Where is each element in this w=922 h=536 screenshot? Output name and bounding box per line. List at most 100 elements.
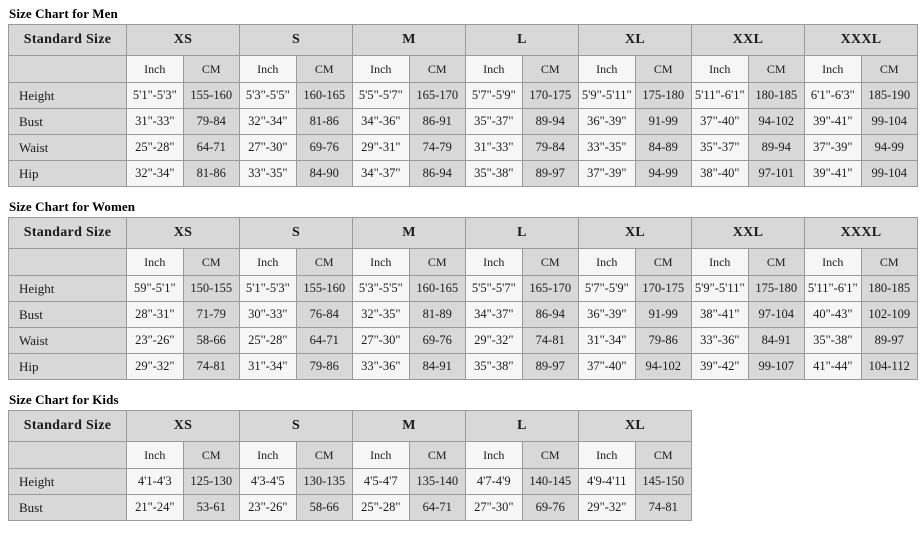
measurement-cell: 37"-40" (578, 353, 636, 380)
measurement-cell: 29"-32" (578, 494, 636, 521)
measurement-cell: 165-170 (408, 82, 466, 109)
unit-header-cell: Inch (239, 248, 297, 276)
unit-header-cell: CM (182, 248, 240, 276)
measurement-cell: 21"-24" (126, 494, 184, 521)
table-row: Bust 21"-24" 53-61 23"-26" 58-66 25"-28" 64-71… (8, 494, 692, 521)
measurement-cell: 36"-39" (578, 108, 636, 135)
measurement-cell: 99-104 (860, 108, 918, 135)
chart-title: Size Chart for Men (9, 6, 118, 21)
measurement-cell: 31"-33" (465, 134, 523, 161)
measurement-cell: 79-84 (521, 134, 579, 161)
measurement-cell: 4'7-4'9 (465, 468, 523, 495)
measurement-cell: 180-185 (747, 82, 805, 109)
size-header-row: Standard Size XS S M L XL XXL XXXL (8, 24, 918, 56)
measurement-cell: 5'7"-5'9" (465, 82, 523, 109)
size-column-header: L (465, 410, 579, 442)
size-column-header: XL (578, 24, 692, 56)
measurement-cell: 35"-37" (691, 134, 749, 161)
measurement-cell: 155-160 (182, 82, 240, 109)
measurement-cell: 74-81 (182, 353, 240, 380)
measurement-cell: 27"-30" (465, 494, 523, 521)
size-header-row: Standard Size XS S M L XL XXL XXXL (8, 217, 918, 249)
unit-header-cell: CM (860, 248, 918, 276)
measurement-cell: 5'7"-5'9" (578, 275, 636, 302)
unit-header-cell: CM (634, 248, 692, 276)
measurement-cell: 79-86 (634, 327, 692, 354)
unit-row-spacer (8, 248, 127, 276)
unit-header-cell: CM (521, 248, 579, 276)
measurement-cell: 38"-40" (691, 160, 749, 187)
measurement-cell: 5'3"-5'5" (352, 275, 410, 302)
measurement-cell: 170-175 (634, 275, 692, 302)
measurement-cell: 89-97 (860, 327, 918, 354)
measurement-cell: 97-104 (747, 301, 805, 328)
unit-header-cell: CM (182, 441, 240, 469)
measurement-cell: 86-94 (408, 160, 466, 187)
measurement-cell: 34"-37" (465, 301, 523, 328)
measurement-cell: 130-135 (295, 468, 353, 495)
measurement-cell: 5'5"-5'7" (465, 275, 523, 302)
measurement-cell: 4'9-4'11 (578, 468, 636, 495)
size-column-header: XS (126, 217, 240, 249)
measurement-cell: 170-175 (521, 82, 579, 109)
measurement-cell: 69-76 (295, 134, 353, 161)
measurement-cell: 6'1"-6'3" (804, 82, 862, 109)
size-column-header: M (352, 410, 466, 442)
unit-header-cell: CM (521, 441, 579, 469)
size-column-header: XL (578, 410, 692, 442)
measurement-cell: 39"-42" (691, 353, 749, 380)
measurement-cell: 29"-32" (126, 353, 184, 380)
table-row: Height 59"-5'1" 150-155 5'1"-5'3" 155-160 5'3… (8, 275, 918, 302)
unit-header-cell: CM (182, 55, 240, 83)
table-row: Height 4'1-4'3 125-130 4'3-4'5 130-135 4'5-4'… (8, 468, 692, 495)
size-charts-container: Size Chart for Men Standard Size XS S M L XL XX… (8, 6, 922, 521)
measurement-label: Bust (8, 494, 127, 521)
measurement-cell: 91-99 (634, 301, 692, 328)
measurement-label: Bust (8, 108, 127, 135)
measurement-cell: 37"-39" (804, 134, 862, 161)
measurement-cell: 41"-44" (804, 353, 862, 380)
unit-header-cell: Inch (578, 248, 636, 276)
size-chart-block: Size Chart for Kids Standard Size XS S M L XL I… (8, 392, 922, 521)
measurement-cell: 33"-35" (578, 134, 636, 161)
table-row: Height 5'1"-5'3" 155-160 5'3"-5'5" 160-165 5'… (8, 82, 918, 109)
measurement-cell: 5'1"-5'3" (126, 82, 184, 109)
measurement-cell: 76-84 (295, 301, 353, 328)
measurement-cell: 155-160 (295, 275, 353, 302)
measurement-cell: 27"-30" (352, 327, 410, 354)
measurement-cell: 34"-37" (352, 160, 410, 187)
unit-header-cell: CM (747, 248, 805, 276)
measurement-cell: 99-104 (860, 160, 918, 187)
measurement-cell: 89-97 (521, 160, 579, 187)
measurement-cell: 5'9"-5'11" (691, 275, 749, 302)
unit-header-cell: CM (408, 55, 466, 83)
measurement-cell: 64-71 (295, 327, 353, 354)
measurement-cell: 69-76 (408, 327, 466, 354)
measurement-cell: 94-99 (860, 134, 918, 161)
unit-header-cell: Inch (804, 55, 862, 83)
unit-header-row: Inch CM Inch CM Inch CM Inch CM Inch CM Inch CM Inch… (8, 248, 918, 276)
measurement-cell: 104-112 (860, 353, 918, 380)
unit-header-cell: CM (634, 55, 692, 83)
measurement-cell: 5'11"-6'1" (691, 82, 749, 109)
measurement-cell: 81-86 (295, 108, 353, 135)
unit-header-cell: Inch (465, 248, 523, 276)
measurement-cell: 4'3-4'5 (239, 468, 297, 495)
measurement-cell: 91-99 (634, 108, 692, 135)
unit-header-cell: Inch (804, 248, 862, 276)
size-column-header: XXL (691, 24, 805, 56)
measurement-cell: 89-94 (747, 134, 805, 161)
measurement-label: Height (8, 468, 127, 495)
measurement-cell: 29"-32" (465, 327, 523, 354)
unit-header-row: Inch CM Inch CM Inch CM Inch CM Inch CM Inch CM Inch… (8, 55, 918, 83)
unit-header-cell: Inch (691, 248, 749, 276)
size-column-header: M (352, 217, 466, 249)
unit-header-cell: Inch (465, 55, 523, 83)
unit-header-cell: Inch (126, 55, 184, 83)
measurement-cell: 74-79 (408, 134, 466, 161)
measurement-cell: 185-190 (860, 82, 918, 109)
table-row: Bust 31"-33" 79-84 32"-34" 81-86 34"-36" 86-91… (8, 108, 918, 135)
unit-header-cell: CM (634, 441, 692, 469)
size-column-header: XXXL (804, 217, 918, 249)
unit-header-cell: Inch (239, 441, 297, 469)
